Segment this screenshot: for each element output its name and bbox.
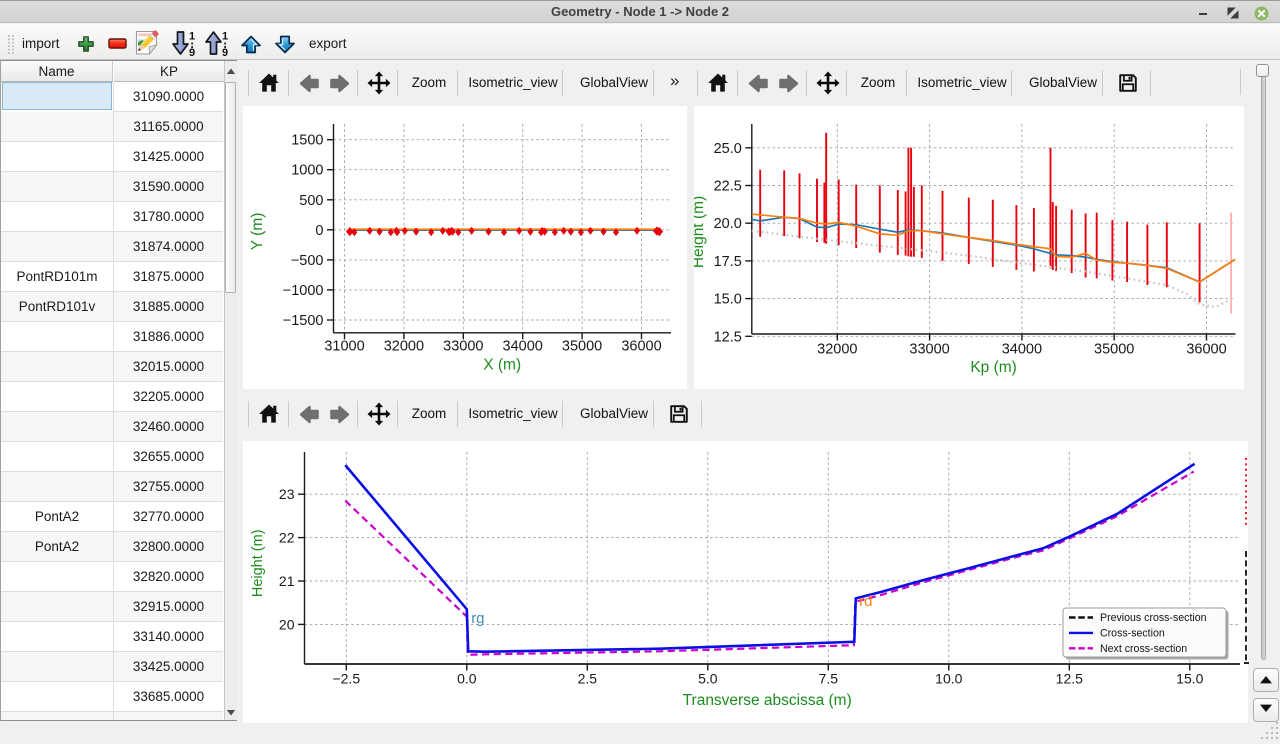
svg-text:23: 23 — [279, 486, 295, 502]
svg-text:34000: 34000 — [1002, 342, 1042, 358]
svg-text:Previous cross-section: Previous cross-section — [1100, 612, 1207, 624]
svg-text:20: 20 — [279, 616, 295, 632]
svg-text:rd: rd — [859, 593, 872, 610]
svg-text:Height (m): Height (m) — [250, 529, 266, 597]
svg-text:17.5: 17.5 — [714, 254, 742, 270]
svg-text:31000: 31000 — [324, 339, 364, 355]
svg-text:22.5: 22.5 — [714, 179, 742, 195]
svg-text:36000: 36000 — [1186, 342, 1226, 358]
svg-text:34000: 34000 — [503, 339, 543, 355]
svg-text:7.5: 7.5 — [819, 671, 839, 687]
svg-text:0.0: 0.0 — [457, 671, 477, 687]
svg-text:Y (m): Y (m) — [249, 213, 266, 251]
svg-text:12.5: 12.5 — [714, 329, 742, 345]
svg-text:15.0: 15.0 — [714, 292, 742, 308]
svg-text:21: 21 — [279, 573, 295, 589]
svg-text:9: 9 — [189, 47, 195, 57]
svg-text:33000: 33000 — [443, 339, 483, 355]
svg-text:1: 1 — [189, 31, 195, 43]
svg-text:35000: 35000 — [1094, 342, 1134, 358]
svg-text:36000: 36000 — [621, 339, 661, 355]
svg-text:9: 9 — [222, 47, 228, 57]
svg-text:−500: −500 — [291, 253, 324, 269]
svg-text:25.0: 25.0 — [714, 141, 742, 157]
svg-text:500: 500 — [299, 193, 323, 209]
svg-text:33000: 33000 — [909, 342, 949, 358]
svg-text:22: 22 — [279, 530, 295, 546]
svg-text:−1000: −1000 — [283, 283, 324, 299]
svg-text:Next cross-section: Next cross-section — [1100, 643, 1187, 655]
svg-text:20.0: 20.0 — [714, 216, 742, 232]
svg-text:35000: 35000 — [562, 339, 602, 355]
svg-text:32000: 32000 — [384, 339, 424, 355]
svg-text:32000: 32000 — [817, 342, 857, 358]
svg-text:−1500: −1500 — [283, 313, 324, 329]
svg-text:Transverse abscissa (m): Transverse abscissa (m) — [683, 692, 852, 709]
svg-text:Cross-section: Cross-section — [1100, 627, 1165, 639]
svg-text:Height (m): Height (m) — [694, 196, 707, 268]
svg-text:Kp (m): Kp (m) — [970, 359, 1017, 376]
svg-text:1000: 1000 — [291, 163, 323, 179]
svg-text:10.0: 10.0 — [935, 671, 962, 687]
svg-text:X (m): X (m) — [483, 356, 521, 373]
svg-text:1: 1 — [222, 31, 228, 43]
svg-text:5.0: 5.0 — [698, 671, 718, 687]
svg-text:rg: rg — [471, 610, 484, 627]
svg-text:1500: 1500 — [291, 133, 323, 149]
svg-text:−2.5: −2.5 — [332, 671, 360, 687]
svg-text:2.5: 2.5 — [578, 671, 598, 687]
svg-text:15.0: 15.0 — [1176, 671, 1203, 687]
svg-text:12.5: 12.5 — [1056, 671, 1083, 687]
svg-text:0: 0 — [315, 223, 323, 239]
